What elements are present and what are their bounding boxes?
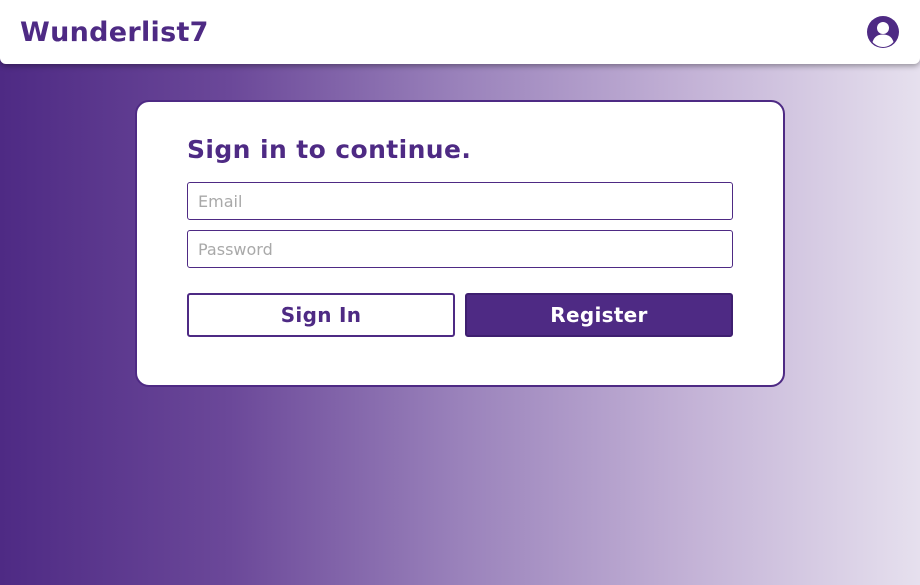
register-button[interactable]: Register [465,293,733,337]
sign-in-card: Sign in to continue. Sign In Register [135,100,785,387]
sign-in-button[interactable]: Sign In [187,293,455,337]
user-circle-icon[interactable] [866,15,900,49]
sign-in-heading: Sign in to continue. [187,135,472,164]
email-input[interactable] [187,182,733,220]
auth-actions: Sign In Register [187,293,733,337]
app-brand-title[interactable]: Wunderlist7 [20,17,209,48]
user-circle-icon-graphic [867,16,899,48]
top-nav-bar: Wunderlist7 [0,0,920,64]
password-input[interactable] [187,230,733,268]
